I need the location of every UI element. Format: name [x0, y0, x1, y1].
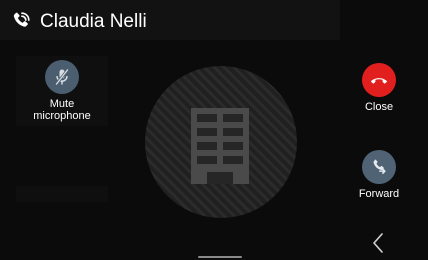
close-label: Close: [364, 101, 394, 113]
chevron-left-icon[interactable]: [370, 232, 386, 254]
mute-label-line-2: microphone: [33, 110, 91, 122]
call-header: Claudia Nelli: [0, 0, 340, 40]
microphone-off-icon: [55, 68, 69, 86]
mute-button-circle[interactable]: [45, 60, 79, 94]
forward-call-icon: [373, 159, 386, 174]
mute-label-line-1: Mute: [49, 98, 75, 110]
mute-label: Mute microphone: [8, 98, 116, 122]
forward-button-circle[interactable]: [362, 150, 396, 184]
forward-call-button[interactable]: Forward: [350, 150, 408, 200]
close-button-circle[interactable]: [362, 63, 396, 97]
left-panel-strip: [16, 186, 108, 202]
building-icon: [191, 108, 249, 184]
phone-ringing-icon: [13, 12, 30, 27]
home-indicator[interactable]: [198, 256, 242, 258]
mute-microphone-button[interactable]: Mute microphone: [8, 60, 116, 122]
caller-name: Claudia Nelli: [40, 11, 147, 32]
caller-avatar: [145, 66, 297, 218]
forward-label: Forward: [358, 188, 400, 200]
hang-up-icon: [370, 78, 388, 84]
close-call-button[interactable]: Close: [350, 63, 408, 113]
